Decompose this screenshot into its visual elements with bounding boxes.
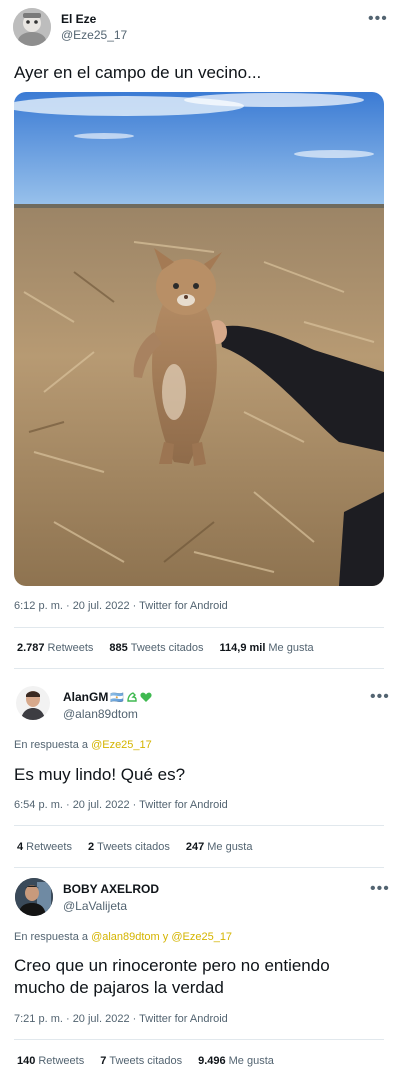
reply-to-link[interactable]: @alan89dtom — [91, 931, 160, 943]
likes-count: 247 — [185, 841, 205, 853]
green-heart-icon — [140, 692, 152, 702]
avatar-image — [15, 878, 53, 916]
tweet-stats: 140 Retweets 7 Tweets citados 9.496 Me gust… — [17, 1055, 274, 1067]
flexed-arm-icon — [127, 692, 137, 702]
tweet-stats: 2.787 Retweets 885 Tweets citados 114,9 mi… — [17, 642, 314, 654]
reply-to-link[interactable]: @Eze25_17 — [171, 931, 232, 943]
quotes-count: 885 — [109, 642, 128, 654]
retweets-stat[interactable]: 140 Retweets — [17, 1055, 84, 1067]
divider — [14, 627, 384, 628]
retweets-count: 4 — [17, 841, 24, 853]
cougar-cub-photo — [14, 92, 384, 586]
likes-label: Me gusta — [207, 841, 253, 853]
quotes-label: Tweets citados — [130, 642, 204, 654]
reply-to-link[interactable]: @Eze25_17 — [91, 739, 152, 751]
reply-context: En respuesta a @alan89dtom y @Eze25_17 — [14, 931, 232, 943]
divider — [14, 668, 384, 669]
tweet-photo[interactable] — [14, 92, 384, 586]
retweets-count: 2.787 — [17, 642, 45, 654]
divider — [14, 825, 384, 826]
author-name-row: AlanGM 🇦🇷 — [63, 690, 152, 704]
argentina-flag-emoji: 🇦🇷 — [110, 691, 125, 704]
likes-count: 114,9 mil — [219, 642, 266, 654]
tweet-timestamp[interactable]: 6:54 p. m. · 20 jul. 2022 · Twitter for … — [14, 799, 228, 811]
likes-label: Me gusta — [268, 642, 314, 654]
reply-context: En respuesta a @Eze25_17 — [14, 739, 152, 751]
likes-stat[interactable]: 9.496 Me gusta — [198, 1055, 274, 1067]
reply-prefix: En respuesta a — [14, 931, 88, 943]
reply-conjunction: y — [162, 931, 169, 943]
quotes-count: 7 — [100, 1055, 107, 1067]
divider — [14, 867, 384, 868]
tweet-text: Creo que un rinoceronte pero no entiendo… — [14, 956, 330, 997]
avatar-boby-axelrod[interactable] — [15, 878, 53, 916]
author-handle[interactable]: @Eze25_17 — [61, 28, 127, 42]
tweet-timestamp[interactable]: 6:12 p. m. · 20 jul. 2022 · Twitter for … — [14, 600, 228, 612]
more-options-icon[interactable]: ••• — [370, 689, 390, 705]
more-options-icon[interactable]: ••• — [370, 881, 390, 897]
tweet-timestamp[interactable]: 7:21 p. m. · 20 jul. 2022 · Twitter for … — [14, 1013, 228, 1025]
retweets-label: Retweets — [26, 841, 72, 853]
reply-prefix: En respuesta a — [14, 739, 88, 751]
retweets-stat[interactable]: 2.787 Retweets — [17, 642, 93, 654]
tweet-text: Es muy lindo! Qué es? — [14, 765, 186, 784]
more-options-icon[interactable]: ••• — [368, 11, 388, 27]
author-handle[interactable]: @alan89dtom — [63, 707, 138, 721]
quotes-stat[interactable]: 2 Tweets citados — [88, 841, 170, 853]
retweets-label: Retweets — [47, 642, 94, 654]
avatar-alangm[interactable] — [16, 686, 50, 720]
quotes-label: Tweets citados — [109, 1055, 183, 1067]
divider — [14, 1039, 384, 1040]
author-name[interactable]: AlanGM — [63, 690, 108, 704]
author-handle[interactable]: @LaValijeta — [63, 899, 127, 913]
quotes-label: Tweets citados — [97, 841, 170, 853]
retweets-count: 140 — [17, 1055, 36, 1067]
author-name[interactable]: BOBY AXELROD — [63, 882, 159, 896]
retweets-label: Retweets — [38, 1055, 85, 1067]
avatar-image — [16, 686, 50, 720]
tweet-text: Ayer en el campo de un vecino... — [14, 63, 262, 82]
author-name[interactable]: El Eze — [61, 12, 96, 26]
likes-label: Me gusta — [228, 1055, 274, 1067]
likes-stat[interactable]: 114,9 mil Me gusta — [220, 642, 314, 654]
avatar-image — [13, 8, 51, 46]
likes-stat[interactable]: 247 Me gusta — [186, 841, 253, 853]
quotes-stat[interactable]: 885 Tweets citados — [109, 642, 203, 654]
retweets-stat[interactable]: 4 Retweets — [17, 841, 72, 853]
quotes-stat[interactable]: 7 Tweets citados — [100, 1055, 182, 1067]
avatar-el-eze[interactable] — [13, 8, 51, 46]
likes-count: 9.496 — [198, 1055, 226, 1067]
tweet-stats: 4 Retweets 2 Tweets citados 247 Me gusta — [17, 841, 252, 853]
quotes-count: 2 — [87, 841, 95, 853]
